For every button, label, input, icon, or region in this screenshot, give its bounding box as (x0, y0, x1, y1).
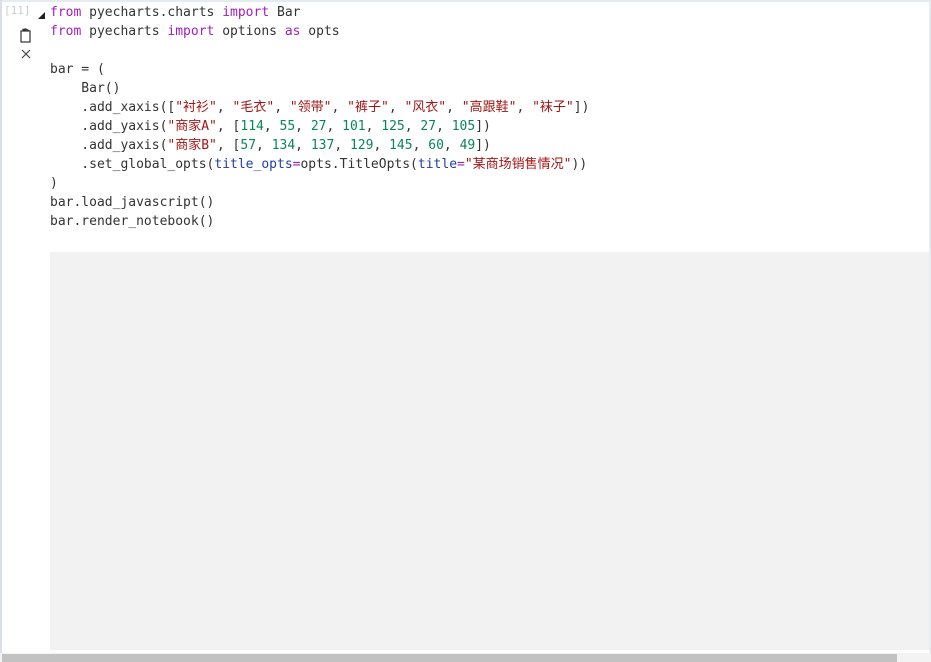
code-token: pyecharts.charts (81, 5, 223, 20)
code-token: , (388, 100, 405, 115)
code-line: .add_xaxis(["衬衫", "毛衣", "领带", "裤子", "风衣"… (50, 98, 589, 117)
code-token: , (446, 100, 462, 115)
code-token: .set_global_opts( (50, 157, 215, 172)
code-token: ) (50, 176, 58, 191)
code-token: Bar (269, 5, 301, 20)
code-token: "高跟鞋" (461, 100, 517, 115)
code-token: 101 (342, 119, 366, 134)
code-token: "某商场销售情况" (464, 157, 572, 172)
code-line: .add_yaxis("商家B", [57, 134, 137, 129, 14… (50, 136, 589, 155)
code-line: .set_global_opts(title_opts = opts.TitleOp… (50, 155, 589, 174)
code-token: bar.load_javascript() (50, 195, 215, 210)
code-token: 134 (271, 138, 296, 153)
code-token: , (516, 100, 533, 115)
code-token: , (326, 119, 343, 134)
code-token: , (334, 138, 350, 153)
code-token: , (295, 138, 311, 153)
code-line: from pyecharts import options as opts (50, 22, 589, 41)
code-token: , (373, 138, 390, 153)
code-token: , (436, 119, 452, 134)
code-token: import (167, 24, 215, 39)
code-line: bar = ( (50, 60, 589, 79)
code-token: bar = ( (50, 62, 105, 77)
code-token: , (412, 138, 429, 153)
code-token: bar.render_notebook() (50, 214, 215, 229)
code-token: , [ (216, 119, 241, 134)
code-token: "袜子" (532, 100, 574, 115)
code-token: ]) (573, 100, 590, 115)
code-token: from (50, 24, 82, 39)
code-token: "商家B" (167, 138, 217, 153)
code-token: title (417, 157, 458, 172)
code-token: 27 (420, 119, 437, 134)
code-token: "领带" (289, 100, 332, 115)
code-line: ) (50, 174, 589, 193)
code-token: , (404, 119, 421, 134)
code-token: 125 (381, 119, 405, 134)
code-token: opts.TitleOpts( (300, 157, 418, 172)
collapse-cell-icon[interactable] (38, 12, 45, 19)
code-line: from pyecharts.charts import Bar (50, 3, 589, 22)
code-token: , (263, 119, 280, 134)
code-token: title_opts (214, 157, 293, 172)
code-line: Bar() (50, 79, 589, 98)
code-token: from (50, 5, 82, 20)
code-line: .add_yaxis("商家A", [114, 55, 27, 101, 125… (50, 117, 589, 136)
code-token: "毛衣" (232, 100, 275, 115)
code-token: 57 (240, 138, 257, 153)
code-token: ]) (475, 119, 491, 134)
code-token: .add_xaxis([ (50, 100, 176, 115)
code-token: opts (300, 24, 340, 39)
close-icon[interactable] (17, 45, 37, 63)
code-token: options (214, 24, 285, 39)
code-line: bar.load_javascript() (50, 193, 589, 212)
code-editor[interactable]: from pyecharts.charts import Bar from pye… (50, 3, 589, 231)
scrollbar-thumb[interactable] (2, 654, 897, 662)
code-token: import (222, 5, 270, 20)
code-token: 129 (349, 138, 374, 153)
code-token: 137 (310, 138, 335, 153)
code-token: 27 (310, 119, 327, 134)
code-token: , [ (216, 138, 241, 153)
code-token: "裤子" (347, 100, 389, 115)
code-token: "衬衫" (175, 100, 217, 115)
code-token: "风衣" (404, 100, 447, 115)
code-token: = (457, 157, 465, 172)
code-token: )) (571, 157, 588, 172)
code-line: bar.render_notebook() (50, 212, 589, 231)
code-token: 105 (451, 119, 476, 134)
code-token: Bar() (50, 81, 121, 96)
cell-left-border (0, 0, 2, 662)
code-token: , (365, 119, 382, 134)
code-token: pyecharts (81, 24, 168, 39)
code-token: .add_yaxis( (50, 138, 168, 153)
code-token: , (295, 119, 311, 134)
code-token: , (216, 100, 233, 115)
code-token: , (256, 138, 272, 153)
code-token: , (331, 100, 348, 115)
code-token: as (284, 24, 301, 39)
code-token: , (274, 100, 290, 115)
code-token: 60 (428, 138, 444, 153)
code-token: .add_yaxis( (50, 119, 168, 134)
output-area (50, 252, 929, 650)
code-token: "商家A" (167, 119, 217, 134)
copy-icon[interactable] (17, 27, 37, 45)
code-token: , (443, 138, 460, 153)
code-token: ]) (475, 138, 491, 153)
horizontal-scrollbar[interactable] (0, 653, 931, 662)
code-token: 55 (279, 119, 296, 134)
code-token: 114 (240, 119, 264, 134)
code-token: 145 (389, 138, 413, 153)
code-token: 49 (459, 138, 476, 153)
execution-count: [11] (4, 4, 31, 17)
cell-top-border (0, 0, 931, 2)
